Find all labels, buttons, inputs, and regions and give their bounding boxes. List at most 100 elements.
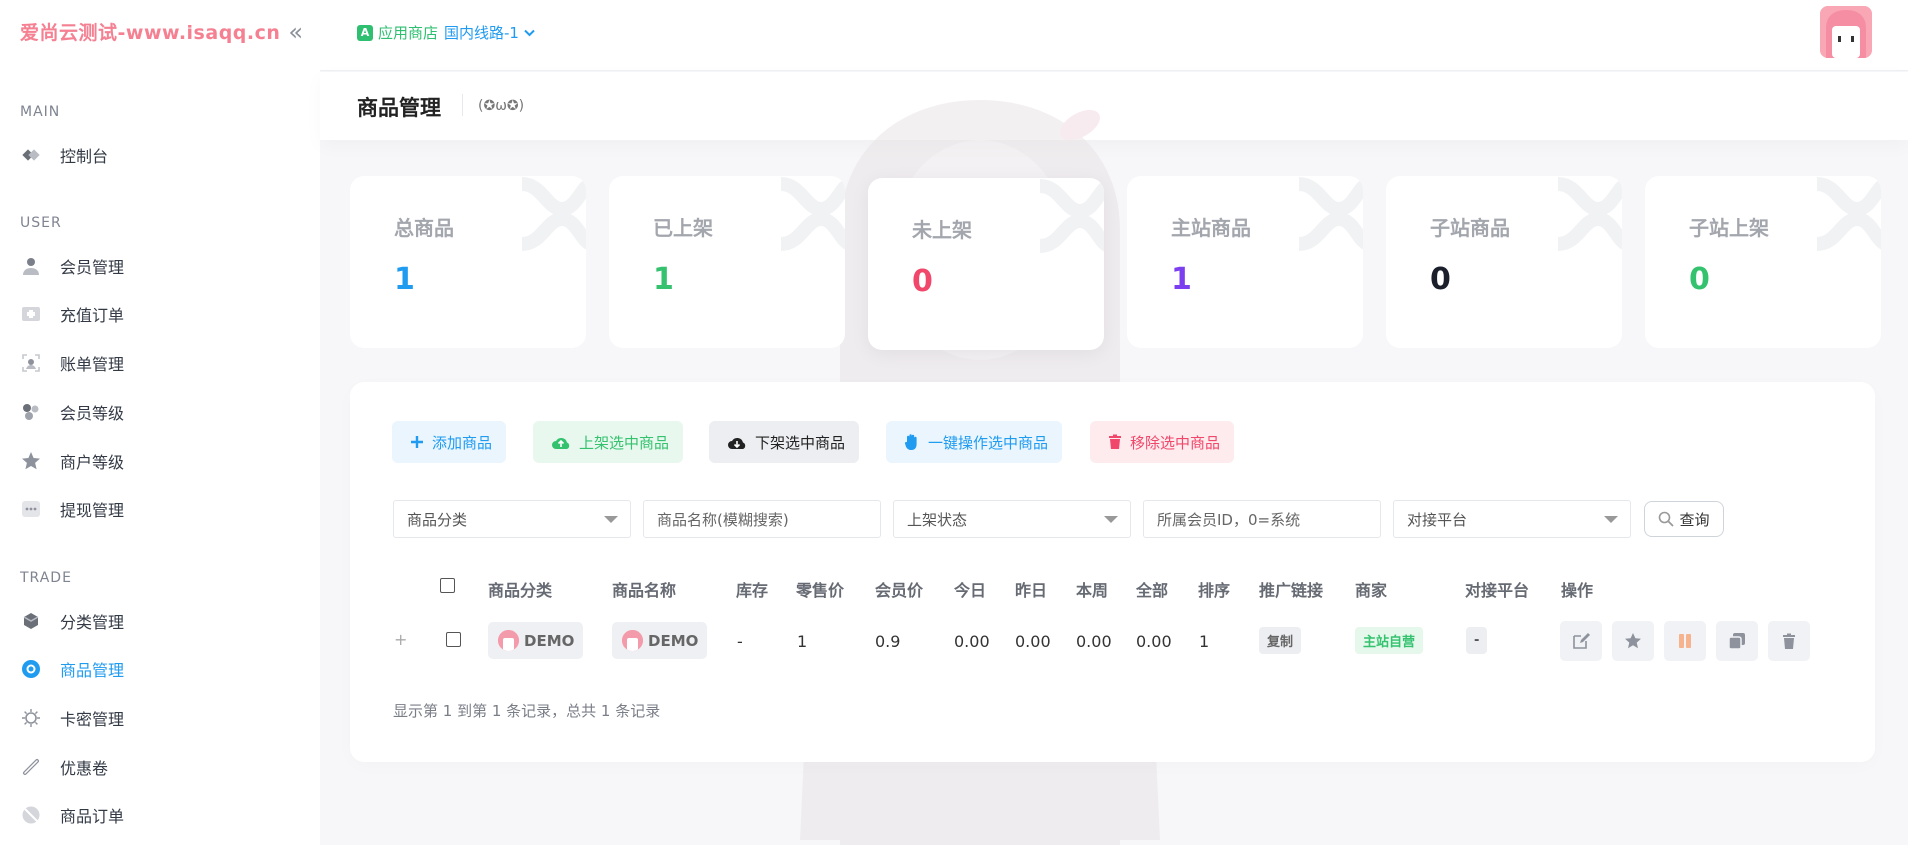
sidebar-item-merchant-levels[interactable]: 商户等级 [20,444,300,478]
column-header-today[interactable]: 今日 [954,577,986,601]
collapse-sidebar-icon[interactable]: « [288,20,303,44]
stat-decoration-icon [779,177,845,251]
listing-status-value: 上架状态 [907,510,968,529]
add-goods-button[interactable]: 添加商品 [392,421,507,463]
sidebar-item-card-keys[interactable]: 卡密管理 [20,701,300,735]
sidebar-item-label: 商品管理 [60,661,125,680]
column-header-total[interactable]: 全部 [1136,577,1168,601]
pause-icon [1677,633,1693,649]
row-expand-toggle[interactable]: + [394,630,407,649]
unlist-selected-label: 下架选中商品 [755,433,846,452]
card-key-icon [20,707,42,729]
edit-button[interactable] [1560,621,1602,661]
list-selected-button[interactable]: 上架选中商品 [533,421,684,463]
column-header-week[interactable]: 本周 [1076,577,1108,601]
sidebar-item-goods[interactable]: 商品管理 [20,652,300,686]
sidebar-item-withdraw[interactable]: 提现管理 [20,492,300,526]
listing-status-select[interactable]: 上架状态 [893,500,1131,538]
goods-icon [20,658,42,680]
column-header-stock[interactable]: 库存 [736,577,768,601]
sidebar-item-label: 会员管理 [60,258,125,277]
column-header-category[interactable]: 商品分类 [488,577,552,601]
batch-operate-button[interactable]: 一键操作选中商品 [886,421,1063,463]
cell-sort: 1 [1199,632,1210,651]
store-label[interactable]: 应用商店 [378,22,438,43]
sidebar-item-orders[interactable]: 商品订单 [20,798,300,832]
platform-select[interactable]: 对接平台 [1393,500,1631,538]
favorite-button[interactable] [1612,621,1654,661]
pause-button[interactable] [1664,621,1706,661]
sidebar-item-label: 提现管理 [60,501,125,520]
star-icon [1624,632,1642,650]
column-header-member-price[interactable]: 会员价 [875,577,923,601]
column-header-promo-link[interactable]: 推广链接 [1259,577,1323,601]
member-id-input[interactable]: 所属会员ID，0=系统 [1143,500,1381,538]
goods-name-tag: DEMO [612,622,708,659]
copy-link-button[interactable]: 复制 [1259,627,1302,654]
sidebar-item-label: 优惠卷 [60,759,109,778]
stat-label: 子站上架 [1689,216,1769,240]
stat-card-total: 总商品 1 [350,176,586,348]
remove-selected-button[interactable]: 移除选中商品 [1090,421,1235,463]
row-checkbox[interactable] [446,632,461,647]
app-store-icon: A [357,24,373,41]
star-icon [20,450,42,472]
stat-label: 已上架 [653,216,713,240]
stat-decoration-icon [1556,177,1622,251]
brand-text: 爱尚云测试-www.isaqq.cn [20,22,281,44]
copy-button[interactable] [1716,621,1758,661]
column-header-sort[interactable]: 排序 [1198,577,1230,601]
stat-value: 1 [394,262,415,297]
sidebar-item-recharge[interactable]: 充值订单 [20,297,300,331]
column-header-yesterday[interactable]: 昨日 [1015,577,1047,601]
stat-card-listed: 已上架 1 [609,176,845,348]
sidebar-item-dashboard[interactable]: 控制台 [20,138,300,172]
platform-select-value: 对接平台 [1407,510,1468,529]
category-tag-label: DEMO [524,631,575,650]
stat-label: 主站商品 [1171,216,1251,240]
stat-card-sub-site: 子站商品 0 [1386,176,1622,348]
category-icon [20,610,42,632]
group-title-main: MAIN [20,104,61,120]
column-header-platform[interactable]: 对接平台 [1465,577,1529,601]
sidebar-item-member-levels[interactable]: 会员等级 [20,395,300,429]
stat-label: 总商品 [394,216,454,240]
sidebar-item-categories[interactable]: 分类管理 [20,604,300,638]
trash-icon [1108,434,1122,450]
dropdown-caret-icon [604,516,618,523]
add-goods-label: 添加商品 [432,433,493,452]
delete-button[interactable] [1768,621,1810,661]
column-header-retail-price[interactable]: 零售价 [796,577,844,601]
stat-value: 0 [1689,262,1710,297]
sidebar-item-members[interactable]: 会员管理 [20,249,300,283]
column-header-merchant[interactable]: 商家 [1355,577,1387,601]
brand: 爱尚云测试-www.isaqq.cn « [20,18,303,45]
chevron-down-icon[interactable] [524,26,535,40]
column-header-actions: 操作 [1561,581,1594,600]
stat-decoration-icon [1038,179,1104,253]
goods-name-input[interactable]: 商品名称(模糊搜索) [643,500,881,538]
select-all-checkbox[interactable] [440,578,455,593]
sidebar-item-bills[interactable]: 账单管理 [20,346,300,380]
user-icon [20,255,42,277]
stat-card-main-site: 主站商品 1 [1127,176,1363,348]
store-selector[interactable]: A 应用商店 国内线路-1 [357,22,535,43]
avatar[interactable] [1820,6,1872,58]
goods-name-label: DEMO [648,631,699,650]
sidebar-item-coupons[interactable]: 优惠卷 [20,750,300,784]
title-divider [462,94,463,116]
page-header: 商品管理 (✪ω✪) [320,72,1908,140]
page-kaomoji: (✪ω✪) [478,98,525,114]
category-select-value: 商品分类 [407,510,468,529]
category-select[interactable]: 商品分类 [393,500,631,538]
cloud-upload-icon [551,434,571,450]
category-avatar-icon [498,630,519,651]
route-label[interactable]: 国内线路-1 [444,22,519,43]
search-button[interactable]: 查询 [1644,501,1724,537]
trash-icon [1782,633,1796,650]
sidebar-item-label: 会员等级 [60,404,125,423]
copy-icon [1728,632,1746,650]
list-selected-label: 上架选中商品 [579,433,670,452]
unlist-selected-button[interactable]: 下架选中商品 [709,421,860,463]
column-header-name[interactable]: 商品名称 [612,577,676,601]
